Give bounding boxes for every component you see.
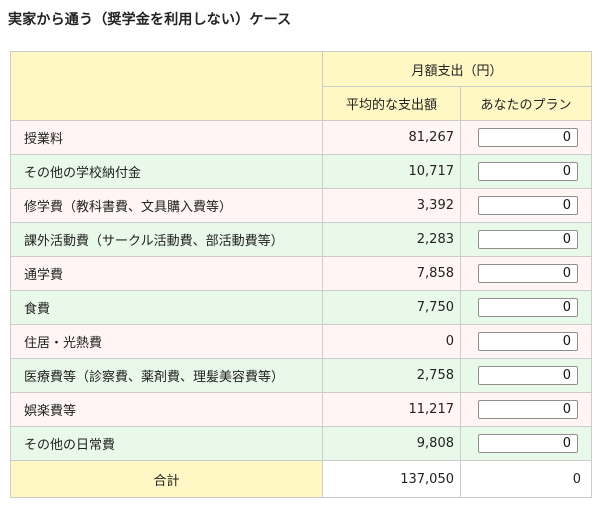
total-average: 137,050: [322, 460, 461, 498]
plan-column-header: あなたのプラン: [459, 86, 593, 121]
plan-input-tuition[interactable]: [478, 128, 578, 147]
plan-input-medical[interactable]: [478, 366, 578, 385]
table-row: 医療費等（診察費、薬剤費、理髪美容費等） 2,758: [10, 358, 593, 393]
plan-input-other-school-fees[interactable]: [478, 162, 578, 181]
expense-table: 月額支出（円） 平均的な支出額 あなたのプラン 授業料 81,267 その他の学…: [10, 51, 593, 498]
total-row: 合計 137,050 0: [10, 460, 593, 498]
plan-input-other-daily[interactable]: [478, 434, 578, 453]
plan-input-food[interactable]: [478, 298, 578, 317]
row-label: 娯楽費等: [10, 392, 323, 427]
average-value: 3,392: [322, 188, 461, 223]
average-value: 81,267: [322, 120, 461, 155]
row-label: 食費: [10, 290, 323, 325]
plan-input-housing-utilities[interactable]: [478, 332, 578, 351]
row-label: その他の学校納付金: [10, 154, 323, 189]
row-label: その他の日常費: [10, 426, 323, 461]
table-row: 課外活動費（サークル活動費、部活動費等） 2,283: [10, 222, 593, 257]
average-value: 2,283: [322, 222, 461, 257]
average-value: 7,750: [322, 290, 461, 325]
plan-input-extracurricular[interactable]: [478, 230, 578, 249]
table-row: その他の日常費 9,808: [10, 426, 593, 461]
total-plan: 0: [459, 460, 593, 498]
table-row: 娯楽費等 11,217: [10, 392, 593, 427]
average-value: 11,217: [322, 392, 461, 427]
row-label: 通学費: [10, 256, 323, 291]
header-blank-cell: [10, 51, 323, 121]
average-value: 7,858: [322, 256, 461, 291]
average-value: 0: [322, 324, 461, 359]
row-label: 医療費等（診察費、薬剤費、理髪美容費等）: [10, 358, 323, 393]
page-title: 実家から通う（奨学金を利用しない）ケース: [8, 12, 292, 28]
plan-input-entertainment[interactable]: [478, 400, 578, 419]
page: 実家から通う（奨学金を利用しない）ケース 月額支出（円） 平均的な支出額 あなた…: [0, 0, 600, 509]
plan-input-commuting[interactable]: [478, 264, 578, 283]
average-value: 9,808: [322, 426, 461, 461]
row-label: 課外活動費（サークル活動費、部活動費等）: [10, 222, 323, 257]
total-label: 合計: [10, 460, 323, 498]
table-row: その他の学校納付金 10,717: [10, 154, 593, 189]
row-label: 修学費（教科書費、文具購入費等）: [10, 188, 323, 223]
average-value: 2,758: [322, 358, 461, 393]
table-row: 住居・光熱費 0: [10, 324, 593, 359]
row-label: 授業料: [10, 120, 323, 155]
monthly-expense-header: 月額支出（円）: [321, 51, 593, 87]
table-row: 授業料 81,267: [10, 120, 593, 155]
row-label: 住居・光熱費: [10, 324, 323, 359]
average-column-header: 平均的な支出額: [322, 86, 461, 121]
table-row: 通学費 7,858: [10, 256, 593, 291]
table-row: 食費 7,750: [10, 290, 593, 325]
plan-input-study-costs[interactable]: [478, 196, 578, 215]
average-value: 10,717: [322, 154, 461, 189]
table-row: 修学費（教科書費、文具購入費等） 3,392: [10, 188, 593, 223]
